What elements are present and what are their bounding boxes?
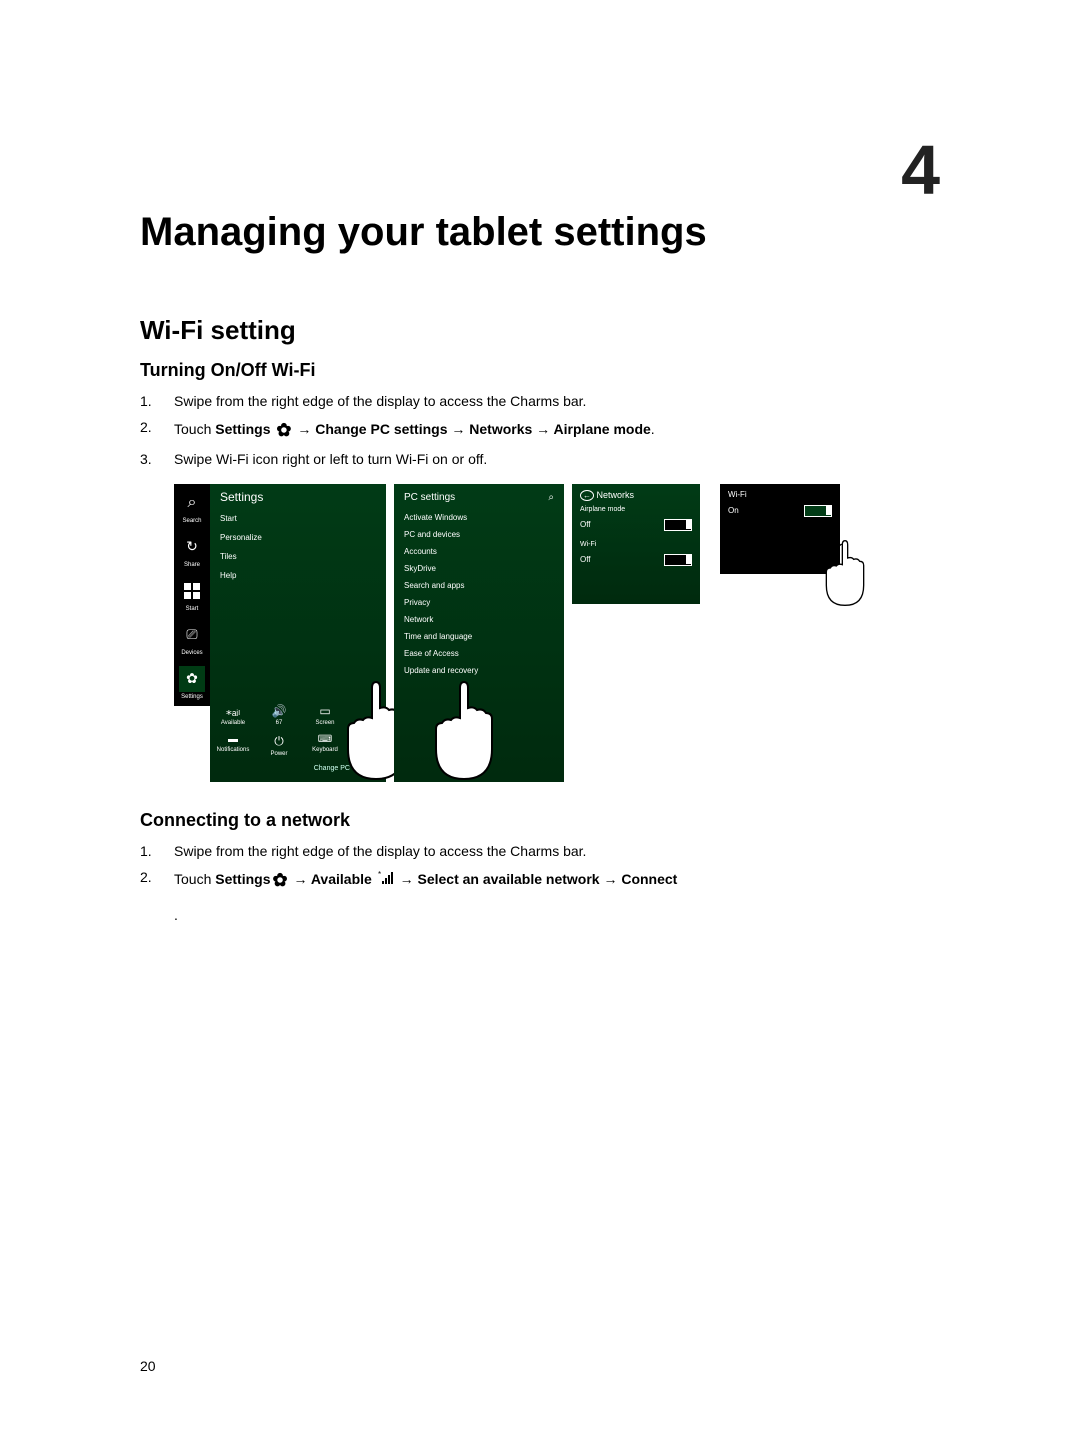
pc-item-time[interactable]: Time and language [404,632,554,641]
arrow: → [290,871,311,887]
page-number: 20 [140,1358,156,1374]
pc-item-search[interactable]: Search and apps [404,581,554,590]
wifi-toggle-close[interactable] [804,505,832,517]
hand-swipe-icon [820,534,870,614]
charm-share[interactable]: ↻ Share [179,534,205,568]
step-1: Swipe from the right edge of the display… [140,841,940,861]
windows-icon [179,578,205,604]
share-icon: ↻ [179,534,205,560]
label: 67 [276,720,283,726]
gear-icon: ✿ [272,867,287,893]
pc-item-privacy[interactable]: Privacy [404,598,554,607]
label: Share [184,562,200,568]
power-icon: ⏻ [274,734,284,749]
period: . [174,907,940,923]
pc-settings-panel: PC settings ⌕ Activate Windows PC and de… [394,484,564,782]
airplane-off-label: Off [580,520,591,529]
figure-wifi-settings: ⌕ Search ↻ Share Start ⎚ Devices ✿ Setti… [174,484,940,782]
quick-network[interactable]: ⁎ₐᵢₗ Available [220,704,246,726]
label: Start [186,606,199,612]
step-1: Swipe from the right edge of the display… [140,391,940,411]
label: Power [270,751,287,757]
text: . [651,421,655,437]
steps-turning-wifi: Swipe from the right edge of the display… [140,391,940,470]
airplane-toggle[interactable] [664,519,692,531]
step-2: Touch Settings✿ → Available * → Select a… [140,867,940,893]
gear-icon: ✿ [276,417,291,443]
signal-icon: * [378,870,394,890]
settings-label: Settings [215,871,270,887]
subheading-turning-on-off: Turning On/Off Wi-Fi [140,360,940,381]
charm-search[interactable]: ⌕ Search [179,490,205,524]
quick-screen[interactable]: ▭ Screen [312,704,338,726]
pc-settings-title: PC settings [404,492,455,503]
quick-keyboard[interactable]: ⌨ Keyboard [312,734,338,757]
pc-item-network[interactable]: Network [404,615,554,624]
wifi-toggle[interactable] [664,554,692,566]
volume-icon: 🔊 [272,704,287,718]
step-3: Swipe Wi-Fi icon right or left to turn W… [140,449,940,469]
networks-panel: ← Networks Airplane mode Off Wi-Fi Off [572,484,700,604]
chapter-number: 4 [901,130,940,210]
wifi-off-label: Off [580,555,591,564]
gear-icon: ✿ [179,666,205,692]
settings-flyout: Settings Start Personalize Tiles Help ⁎ₐ… [210,484,386,782]
charm-start[interactable]: Start [179,578,205,612]
notifications-icon: ▬ [228,734,238,745]
section-heading-wifi: Wi-Fi setting [140,315,940,346]
settings-item-tiles[interactable]: Tiles [220,552,376,561]
nav-path: → Change PC settings → Networks → Airpla… [297,421,650,437]
pc-item-skydrive[interactable]: SkyDrive [404,564,554,573]
label: Notifications [217,747,250,753]
devices-icon: ⎚ [179,622,205,648]
pc-item-accounts[interactable]: Accounts [404,547,554,556]
text: Touch [174,871,215,887]
charm-devices[interactable]: ⎚ Devices [179,622,205,656]
available-label: Available [311,871,372,887]
airplane-mode-label: Airplane mode [580,506,692,513]
label: Available [221,720,245,726]
label: Devices [181,650,202,656]
keyboard-icon: ⌨ [318,734,332,745]
quick-notifications[interactable]: ▬ Notifications [220,734,246,757]
quick-power[interactable]: ⏻ Power [266,734,292,757]
networks-title: ← Networks [580,490,692,500]
charm-settings[interactable]: ✿ Settings [179,666,205,700]
wifi-closeup: Wi-Fi On [720,484,840,574]
pc-item-ease[interactable]: Ease of Access [404,649,554,658]
page-title: Managing your tablet settings [140,210,940,255]
label: Keyboard [312,747,338,753]
signal-icon: ⁎ₐᵢₗ [226,704,240,718]
steps-connecting: Swipe from the right edge of the display… [140,841,940,893]
settings-title: Settings [220,490,376,504]
text: Touch [174,421,215,437]
label: Settings [181,694,203,700]
hand-pointer-icon [434,672,494,792]
rest-path: Select an available network → Connect [417,871,677,887]
pc-item-activate[interactable]: Activate Windows [404,513,554,522]
search-icon: ⌕ [179,490,205,516]
label: Search [182,518,201,524]
wifi-label: Wi-Fi [728,490,832,499]
pc-item-devices[interactable]: PC and devices [404,530,554,539]
svg-text:*: * [378,871,381,879]
label: Screen [315,720,334,726]
wifi-label: Wi-Fi [580,541,692,548]
search-icon[interactable]: ⌕ [548,492,554,503]
step-2: Touch Settings ✿ → Change PC settings → … [140,417,940,443]
settings-label: Settings [215,421,270,437]
screen-icon: ▭ [319,704,330,718]
on-label: On [728,506,739,515]
settings-item-help[interactable]: Help [220,571,376,580]
arrow: → [400,871,418,887]
subheading-connecting: Connecting to a network [140,810,940,831]
charms-bar: ⌕ Search ↻ Share Start ⎚ Devices ✿ Setti… [174,484,210,706]
settings-item-personalize[interactable]: Personalize [220,533,376,542]
quick-volume[interactable]: 🔊 67 [266,704,292,726]
settings-item-start[interactable]: Start [220,514,376,523]
